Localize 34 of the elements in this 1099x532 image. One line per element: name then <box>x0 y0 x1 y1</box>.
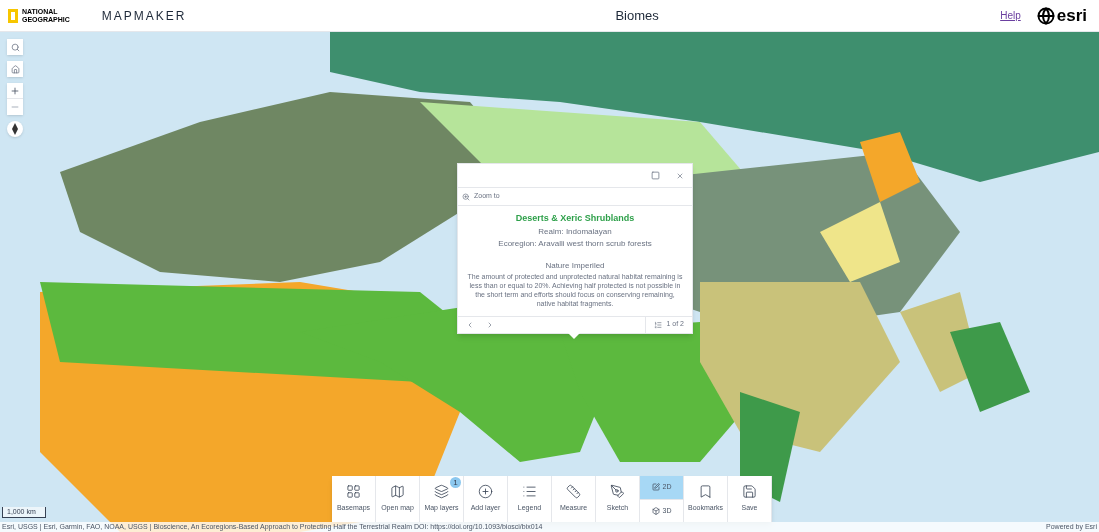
plus-circle-icon <box>478 484 493 500</box>
partner-logo: esri <box>1036 6 1087 25</box>
pen-icon <box>610 484 625 500</box>
popup-heading: Deserts & Xeric Shrublands <box>515 212 635 225</box>
search-button[interactable] <box>7 39 23 55</box>
search-icon <box>10 42 20 52</box>
list-icon <box>654 320 663 329</box>
compass-icon <box>12 123 18 135</box>
list-icon <box>522 484 537 500</box>
ecoregion-text: Ecoregion: Aravalli west thorn scrub forests <box>498 237 652 250</box>
help-link[interactable]: Help <box>1000 8 1021 23</box>
ruler-icon <box>566 484 581 500</box>
save-icon <box>742 484 757 500</box>
map-icon <box>390 484 405 500</box>
cube-icon <box>651 506 660 515</box>
frame-icon <box>8 8 18 23</box>
plus-icon <box>10 85 20 96</box>
map-title: Biomes <box>614 6 659 25</box>
layers-icon <box>434 484 449 500</box>
home-icon <box>10 64 20 74</box>
home-button[interactable] <box>7 61 23 77</box>
dock-button[interactable] <box>651 171 660 180</box>
status-title: Nature Imperiled <box>545 259 605 272</box>
chevron-right-icon <box>486 320 494 329</box>
realm-text: Realm: Indomalayan <box>538 225 612 238</box>
square-pen-icon <box>651 483 660 492</box>
close-button[interactable] <box>676 171 684 180</box>
globe-icon <box>1036 6 1055 25</box>
count-badge: 1 <box>450 477 461 488</box>
bookmark-icon <box>698 484 713 500</box>
grid-icon <box>346 484 361 500</box>
chevron-left-icon <box>466 320 474 329</box>
zoom-in-icon <box>462 192 470 201</box>
app-name: MAPMAKER <box>101 7 187 25</box>
